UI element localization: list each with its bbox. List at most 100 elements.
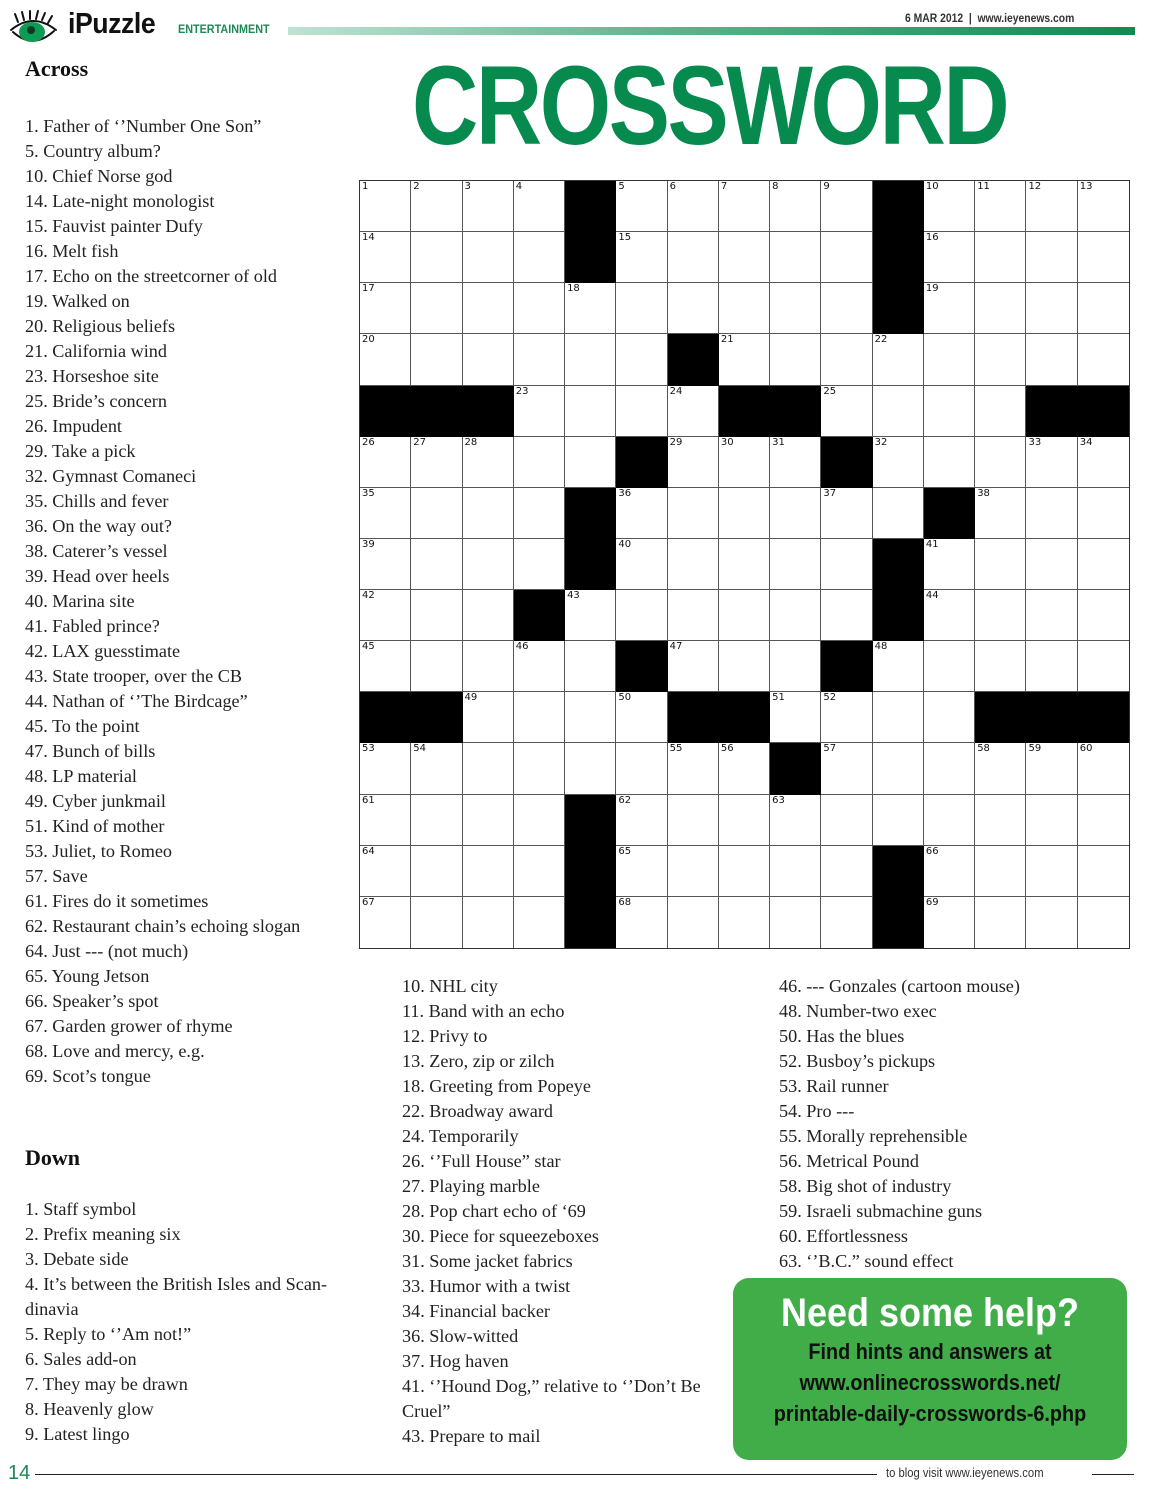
grid-cell[interactable]: 6 [667, 181, 719, 233]
grid-cell[interactable] [667, 896, 719, 948]
grid-cell[interactable] [923, 692, 976, 744]
grid-cell[interactable]: 34 [1077, 436, 1129, 488]
grid-cell[interactable]: 50 [616, 692, 668, 744]
grid-cell[interactable]: 1 [360, 181, 412, 233]
grid-cell[interactable] [462, 334, 514, 386]
grid-cell[interactable] [462, 794, 514, 846]
website-link[interactable]: www.ieyenews.com [978, 13, 1075, 25]
grid-cell[interactable] [462, 641, 514, 693]
grid-cell[interactable] [565, 743, 617, 795]
grid-cell[interactable] [565, 334, 617, 386]
grid-cell[interactable] [667, 845, 719, 897]
grid-cell[interactable] [462, 487, 514, 539]
grid-cell[interactable]: 36 [616, 487, 668, 539]
grid-cell[interactable] [1026, 334, 1078, 386]
grid-cell[interactable] [718, 538, 771, 591]
grid-cell[interactable]: 26 [360, 436, 412, 488]
grid-cell[interactable]: 40 [616, 538, 668, 591]
grid-cell[interactable] [565, 692, 617, 744]
grid-cell[interactable]: 4 [513, 181, 566, 233]
grid-cell[interactable] [462, 232, 514, 284]
grid-cell[interactable]: 59 [1026, 743, 1078, 795]
grid-cell[interactable] [462, 538, 514, 591]
grid-cell[interactable] [411, 232, 463, 284]
grid-cell[interactable]: 57 [821, 743, 873, 795]
grid-cell[interactable] [1077, 794, 1129, 846]
grid-cell[interactable]: 64 [360, 845, 412, 897]
grid-cell[interactable] [565, 385, 617, 437]
help-url-line-2[interactable]: printable-daily-crosswords-6.php [753, 1398, 1108, 1429]
grid-cell[interactable] [821, 538, 873, 591]
grid-cell[interactable]: 7 [718, 181, 771, 233]
grid-cell[interactable] [513, 436, 566, 488]
grid-cell[interactable] [462, 896, 514, 948]
grid-cell[interactable] [821, 590, 873, 642]
grid-cell[interactable] [462, 590, 514, 642]
grid-cell[interactable] [667, 487, 719, 539]
grid-cell[interactable] [718, 232, 771, 284]
grid-cell[interactable]: 66 [923, 845, 976, 897]
grid-cell[interactable] [1077, 641, 1129, 693]
grid-cell[interactable]: 23 [513, 385, 566, 437]
grid-cell[interactable]: 31 [770, 436, 822, 488]
grid-cell[interactable]: 65 [616, 845, 668, 897]
grid-cell[interactable] [616, 334, 668, 386]
grid-cell[interactable] [411, 487, 463, 539]
grid-cell[interactable] [1077, 487, 1129, 539]
grid-cell[interactable]: 5 [616, 181, 668, 233]
grid-cell[interactable] [1026, 487, 1078, 539]
grid-cell[interactable] [821, 896, 873, 948]
grid-cell[interactable] [411, 283, 463, 335]
grid-cell[interactable]: 53 [360, 743, 412, 795]
grid-cell[interactable]: 35 [360, 487, 412, 539]
grid-cell[interactable] [1077, 590, 1129, 642]
grid-cell[interactable]: 13 [1077, 181, 1129, 233]
grid-cell[interactable] [872, 743, 924, 795]
grid-cell[interactable] [718, 487, 771, 539]
grid-cell[interactable] [872, 487, 924, 539]
grid-cell[interactable] [821, 794, 873, 846]
grid-cell[interactable]: 54 [411, 743, 463, 795]
grid-cell[interactable]: 2 [411, 181, 463, 233]
grid-cell[interactable] [1077, 232, 1129, 284]
grid-cell[interactable] [1077, 334, 1129, 386]
grid-cell[interactable]: 62 [616, 794, 668, 846]
grid-cell[interactable] [513, 232, 566, 284]
grid-cell[interactable] [975, 538, 1027, 591]
help-url-line-1[interactable]: www.onlinecrosswords.net/ [753, 1367, 1108, 1398]
grid-cell[interactable] [821, 334, 873, 386]
grid-cell[interactable] [821, 845, 873, 897]
grid-cell[interactable] [411, 641, 463, 693]
grid-cell[interactable] [462, 743, 514, 795]
grid-cell[interactable]: 51 [770, 692, 822, 744]
grid-cell[interactable]: 3 [462, 181, 514, 233]
grid-cell[interactable]: 8 [770, 181, 822, 233]
grid-cell[interactable]: 14 [360, 232, 412, 284]
grid-cell[interactable]: 15 [616, 232, 668, 284]
grid-cell[interactable]: 18 [565, 283, 617, 335]
grid-cell[interactable]: 43 [565, 590, 617, 642]
grid-cell[interactable] [616, 283, 668, 335]
grid-cell[interactable]: 19 [923, 283, 976, 335]
grid-cell[interactable] [1026, 590, 1078, 642]
grid-cell[interactable]: 25 [821, 385, 873, 437]
grid-cell[interactable] [821, 283, 873, 335]
grid-cell[interactable]: 22 [872, 334, 924, 386]
grid-cell[interactable] [411, 334, 463, 386]
grid-cell[interactable] [718, 641, 771, 693]
grid-cell[interactable]: 39 [360, 538, 412, 591]
grid-cell[interactable] [770, 487, 822, 539]
grid-cell[interactable] [923, 743, 976, 795]
grid-cell[interactable]: 32 [872, 436, 924, 488]
grid-cell[interactable] [975, 385, 1027, 437]
grid-cell[interactable] [462, 283, 514, 335]
grid-cell[interactable] [513, 283, 566, 335]
grid-cell[interactable]: 67 [360, 896, 412, 948]
grid-cell[interactable]: 28 [462, 436, 514, 488]
grid-cell[interactable] [462, 845, 514, 897]
grid-cell[interactable]: 17 [360, 283, 412, 335]
grid-cell[interactable] [770, 334, 822, 386]
grid-cell[interactable] [411, 590, 463, 642]
grid-cell[interactable] [718, 896, 771, 948]
grid-cell[interactable] [770, 590, 822, 642]
